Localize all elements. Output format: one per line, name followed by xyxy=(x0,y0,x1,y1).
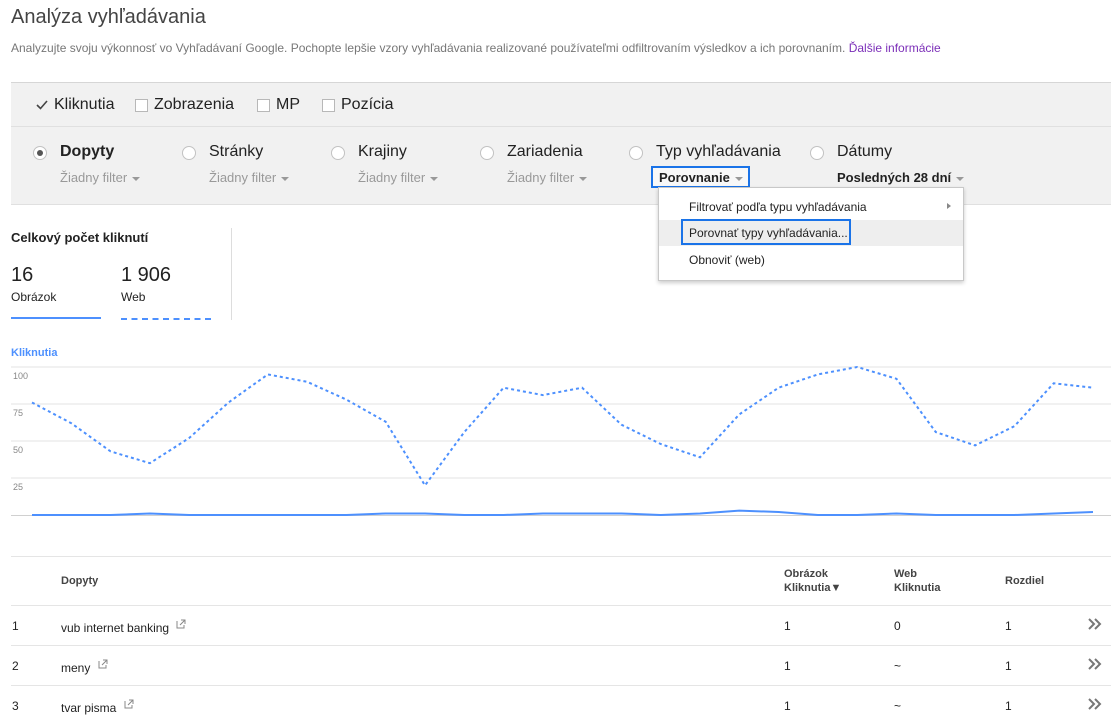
row-image-clicks: 1 xyxy=(784,659,791,673)
row-difference: 1 xyxy=(1005,619,1012,633)
dimension-filter-dropdown[interactable]: Žiadny filter xyxy=(507,170,588,185)
metric-impressions-label: Zobrazenia xyxy=(154,96,235,113)
external-link-icon[interactable] xyxy=(98,659,108,669)
row-web-clicks: 0 xyxy=(894,619,901,633)
table-row[interactable]: 3 tvar pisma 1 ~ 1 xyxy=(11,685,1111,716)
dimension-filter-dropdown[interactable]: Žiadny filter xyxy=(358,170,439,185)
header-queries[interactable]: Dopyty xyxy=(61,574,98,588)
row-difference: 1 xyxy=(1005,699,1012,713)
legend-dashed-line xyxy=(121,318,211,320)
metric-ctr-label: MP xyxy=(276,96,300,113)
legend-solid-line xyxy=(11,317,101,319)
metric-impressions-toggle[interactable]: Zobrazenia xyxy=(135,96,234,114)
clicks-chart: 25 50 75 100 xyxy=(11,365,1111,517)
external-link-icon[interactable] xyxy=(124,699,134,709)
metric-position-label: Pozícia xyxy=(341,96,394,113)
compare-label: Porovnanie xyxy=(659,170,730,185)
page-title: Analýza vyhľadávania xyxy=(11,6,206,28)
row-number: 2 xyxy=(12,659,19,673)
dimension-label: Dátumy xyxy=(837,143,893,160)
checkbox-icon xyxy=(257,98,270,112)
checkbox-icon xyxy=(135,98,148,112)
y-tick-label: 100 xyxy=(13,371,28,381)
dimension-label: Zariadenia xyxy=(507,143,583,160)
metric-clicks-label: Kliknutia xyxy=(54,96,115,113)
row-query: meny xyxy=(61,659,108,675)
total-image-label: Obrázok xyxy=(11,290,57,304)
total-image-value: 16 xyxy=(11,264,34,286)
header-difference[interactable]: Rozdiel xyxy=(1005,574,1044,588)
external-link-icon[interactable] xyxy=(176,619,186,629)
metric-clicks-toggle[interactable]: Kliknutia xyxy=(35,96,114,114)
dimension-filter-dropdown[interactable]: Žiadny filter xyxy=(209,170,290,185)
table-row[interactable]: 1 vub internet banking 1 0 1 xyxy=(11,605,1111,645)
total-web[interactable]: 1 906 Web xyxy=(121,264,171,304)
header-image-clicks[interactable]: Obrázok Kliknutia▼ xyxy=(784,567,841,595)
y-tick-label: 25 xyxy=(13,482,23,492)
checkmark-icon xyxy=(36,100,48,110)
table-top-border xyxy=(11,556,1111,557)
radio-icon xyxy=(331,146,345,160)
caret-down-icon xyxy=(956,176,965,181)
menu-item-filter-by-type[interactable]: Filtrovať podľa typu vyhľadávania xyxy=(659,194,963,220)
totals-title: Celkový počet kliknutí xyxy=(11,230,149,245)
dimension-label: Krajiny xyxy=(358,143,407,160)
metric-ctr-toggle[interactable]: MP xyxy=(257,96,300,114)
menu-item-compare-types[interactable]: Porovnať typy vyhľadávania... xyxy=(659,220,963,246)
radio-icon xyxy=(480,146,494,160)
caret-down-icon xyxy=(734,176,743,181)
totals-separator xyxy=(231,228,232,320)
description-text: Analyzujte svoju výkonnosť vo Vyhľadávan… xyxy=(11,41,846,55)
chart-metric-label: Kliknutia xyxy=(11,347,58,359)
caret-down-icon xyxy=(132,176,141,181)
caret-down-icon xyxy=(430,176,439,181)
row-difference: 1 xyxy=(1005,659,1012,673)
total-image[interactable]: 16 Obrázok xyxy=(11,264,56,304)
series-line-obr-zok xyxy=(32,509,1094,517)
y-tick-label: 75 xyxy=(13,408,23,418)
dimension-label: Dopyty xyxy=(60,143,115,160)
caret-down-icon xyxy=(281,176,290,181)
metrics-row: Kliknutia Zobrazenia MP Pozícia xyxy=(11,83,1111,127)
total-web-label: Web xyxy=(121,290,146,304)
double-chevron-right-icon[interactable] xyxy=(1087,695,1103,713)
total-web-value: 1 906 xyxy=(121,264,172,286)
dimension-label: Stránky xyxy=(209,143,264,160)
menu-item-reset-web[interactable]: Obnoviť (web) xyxy=(659,247,963,273)
header-web-clicks[interactable]: Web Kliknutia xyxy=(894,567,940,595)
dimension-label: Typ vyhľadávania xyxy=(656,143,781,160)
row-number: 1 xyxy=(12,619,19,633)
checkbox-icon xyxy=(322,98,335,112)
double-chevron-right-icon[interactable] xyxy=(1087,615,1103,633)
radio-icon xyxy=(810,146,824,160)
row-web-clicks: ~ xyxy=(894,699,902,713)
search-type-menu: Filtrovať podľa typu vyhľadávania Porovn… xyxy=(658,187,964,281)
y-tick-label: 50 xyxy=(13,445,23,455)
row-query: vub internet banking xyxy=(61,619,186,635)
row-image-clicks: 1 xyxy=(784,619,791,633)
caret-down-icon xyxy=(579,176,588,181)
radio-icon xyxy=(629,146,643,160)
series-line-web xyxy=(31,365,1094,488)
row-query: tvar pisma xyxy=(61,699,134,715)
row-number: 3 xyxy=(12,699,19,713)
double-chevron-right-icon[interactable] xyxy=(1087,655,1103,673)
row-image-clicks: 1 xyxy=(784,699,791,713)
metric-position-toggle[interactable]: Pozícia xyxy=(322,96,393,114)
radio-selected-icon xyxy=(33,146,47,160)
date-range-dropdown[interactable]: Posledných 28 dní xyxy=(837,170,965,185)
page-description: Analyzujte svoju výkonnosť vo Vyhľadávan… xyxy=(11,41,941,55)
dimension-filter-dropdown[interactable]: Žiadny filter xyxy=(60,170,141,185)
submenu-arrow-icon xyxy=(947,203,951,209)
radio-icon xyxy=(182,146,196,160)
table-row[interactable]: 2 meny 1 ~ 1 xyxy=(11,645,1111,685)
row-web-clicks: ~ xyxy=(894,659,902,673)
more-info-link[interactable]: Ďalšie informácie xyxy=(849,41,941,55)
search-type-compare-dropdown[interactable]: Porovnanie xyxy=(651,166,750,188)
